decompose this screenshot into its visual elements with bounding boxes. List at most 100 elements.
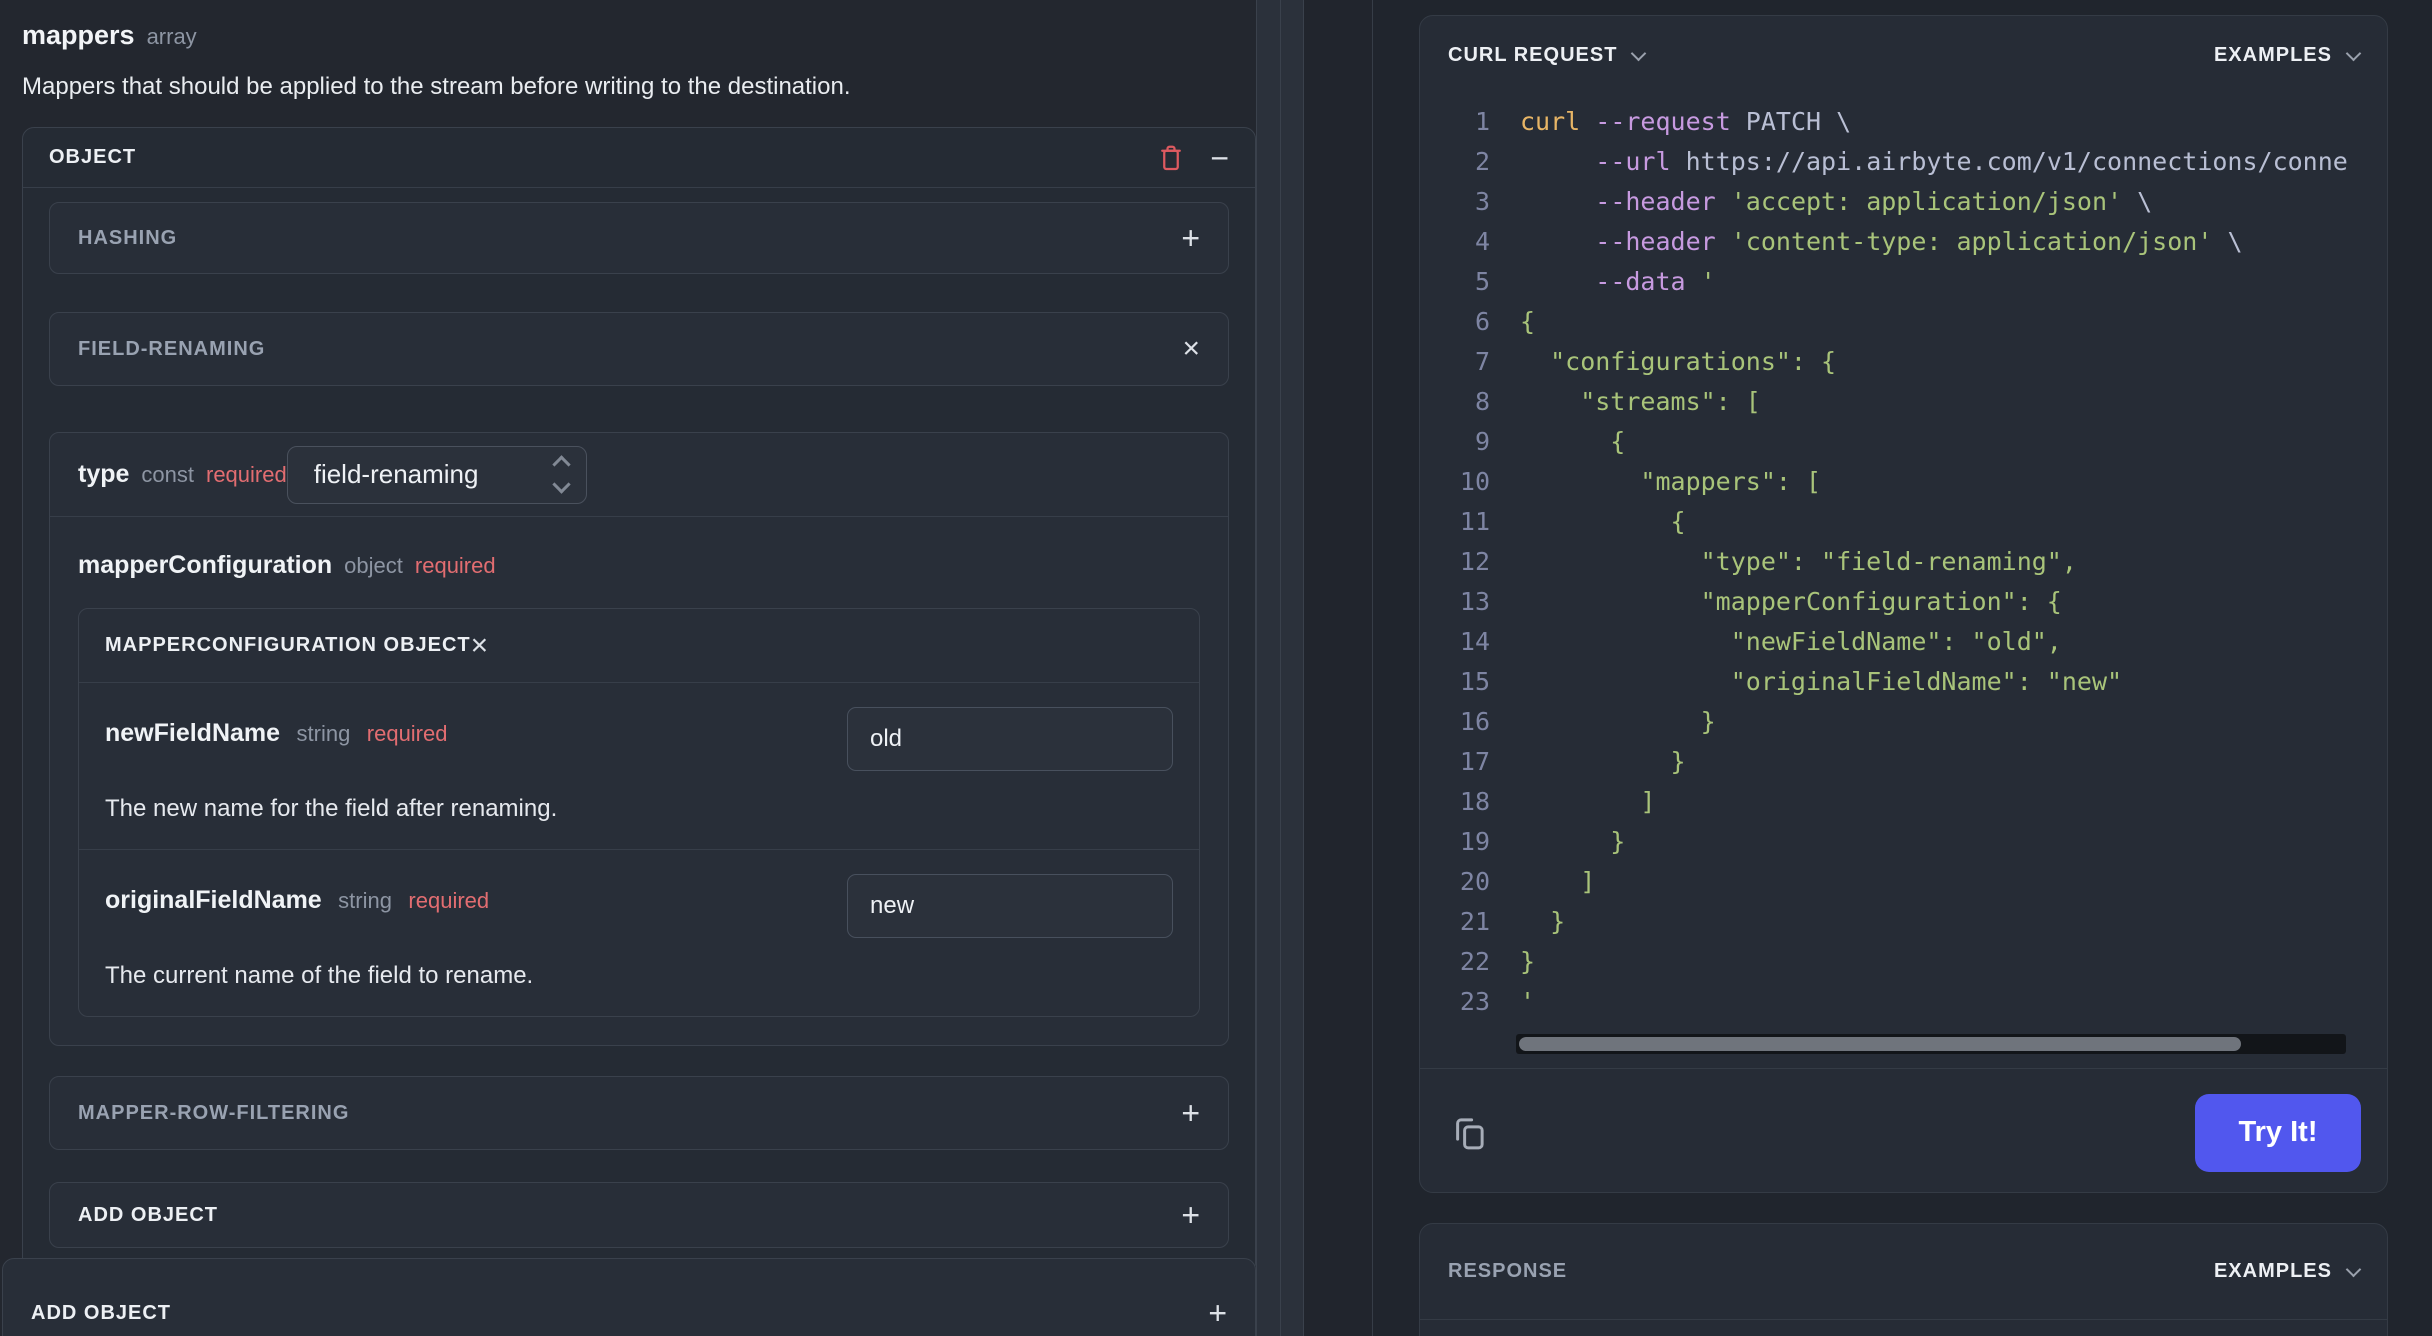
chevron-down-icon — [1631, 45, 1647, 61]
line-number: 13 — [1459, 587, 1490, 616]
try-it-button[interactable]: Try It! — [2195, 1093, 2361, 1172]
collapse-object-button[interactable]: − — [1210, 142, 1229, 174]
line-number: 7 — [1474, 347, 1490, 376]
code-line: 4 --header 'content-type: application/js… — [1446, 222, 2387, 262]
new-field-name-row: newFieldName string required The new nam… — [79, 683, 1199, 849]
mapper-configuration-card: MAPPERCONFIGURATION OBJECT × newFieldNam… — [78, 608, 1200, 1017]
vertical-scrollbar[interactable] — [1256, 0, 1304, 1336]
code-line: 19 } — [1446, 822, 2387, 862]
line-number: 4 — [1474, 227, 1490, 256]
line-number: 18 — [1459, 787, 1490, 816]
code-line: 15 "originalFieldName": "new" — [1446, 662, 2387, 702]
stepper-icon — [552, 455, 571, 494]
mapper-configuration-kind: object — [344, 553, 403, 578]
copy-button[interactable] — [1446, 1110, 1492, 1156]
curl-request-panel: CURL REQUEST EXAMPLES 1 curl --request PA… — [1419, 15, 2388, 1193]
line-number: 8 — [1474, 387, 1490, 416]
expand-mapper-row-filtering-icon[interactable]: + — [1181, 1097, 1200, 1129]
add-object-inner-plus-icon[interactable]: + — [1181, 1199, 1200, 1231]
line-number: 16 — [1459, 707, 1490, 736]
line-number: 14 — [1459, 627, 1490, 656]
mapper-row-filtering-section[interactable]: MAPPER-ROW-FILTERING + — [49, 1076, 1229, 1150]
add-object-outer-label: ADD OBJECT — [31, 1301, 172, 1324]
code-line: 3 --header 'accept: application/json' \ — [1446, 182, 2387, 222]
code-line: 17 } — [1446, 742, 2387, 782]
scrollbar-divider — [1280, 0, 1281, 1336]
mapper-configuration-section: mapperConfiguration object required MAPP… — [50, 517, 1228, 1045]
close-mapper-configuration-icon[interactable]: × — [471, 630, 489, 661]
hashing-section[interactable]: HASHING + — [49, 202, 1229, 274]
line-number: 22 — [1459, 947, 1490, 976]
field-description: Mappers that should be applied to the st… — [22, 73, 851, 100]
type-select[interactable]: field-renaming — [286, 445, 587, 504]
line-number: 11 — [1459, 507, 1490, 536]
field-renaming-header[interactable]: FIELD-RENAMING × — [49, 312, 1229, 386]
code-line: 11 { — [1446, 502, 2387, 542]
response-panel: RESPONSE EXAMPLES — [1419, 1223, 2388, 1336]
new-field-name-required-badge: required — [366, 721, 448, 746]
code-line: 1 curl --request PATCH \ — [1446, 102, 2387, 142]
api-docs-page: mappers array Mappers that should be app… — [0, 0, 2432, 1336]
new-field-name-kind: string — [296, 721, 351, 746]
field-renaming-body: type const required field-renaming mappe… — [49, 432, 1229, 1046]
chevron-down-icon — [2345, 1261, 2362, 1278]
field-name: mappers — [22, 20, 135, 50]
code-line: 12 "type": "field-renaming", — [1446, 542, 2387, 582]
original-field-name-kind: string — [338, 888, 392, 913]
close-field-renaming-icon[interactable]: × — [1182, 334, 1200, 364]
line-number: 23 — [1459, 987, 1490, 1016]
trash-icon — [1161, 145, 1182, 170]
code-line: 23 ' — [1446, 982, 2387, 1022]
mapper-configuration-label-row: mapperConfiguration object required — [78, 551, 1200, 580]
line-number: 19 — [1459, 827, 1490, 856]
original-field-name-labels: originalFieldName string required — [105, 874, 847, 915]
code-line: 18 ] — [1446, 782, 2387, 822]
original-field-name-input[interactable] — [847, 874, 1173, 938]
code-block: 1 curl --request PATCH \ 2 --url https://a… — [1420, 94, 2387, 1022]
delete-object-button[interactable] — [1154, 138, 1188, 178]
add-object-inner-label: ADD OBJECT — [78, 1203, 219, 1226]
mapper-row-filtering-title: MAPPER-ROW-FILTERING — [78, 1101, 350, 1124]
new-field-name-label: newFieldName — [105, 719, 281, 747]
new-field-name-input[interactable] — [847, 707, 1173, 771]
original-field-name-label: originalFieldName — [105, 886, 322, 914]
type-property-row: type const required field-renaming — [50, 433, 1228, 517]
line-number: 12 — [1459, 547, 1490, 576]
code-line: 7 "configurations": { — [1446, 342, 2387, 382]
line-number: 15 — [1459, 667, 1490, 696]
response-examples-dropdown[interactable]: EXAMPLES — [2213, 1260, 2362, 1283]
code-line: 8 "streams": [ — [1446, 382, 2387, 422]
line-number: 17 — [1459, 747, 1490, 776]
field-heading: mappers array — [22, 20, 1256, 51]
line-number: 6 — [1474, 307, 1490, 336]
response-examples-label: EXAMPLES — [2213, 1260, 2332, 1282]
examples-label: EXAMPLES — [2213, 43, 2332, 66]
object-card: OBJECT − HASHING + FIELD-RENAMING × type… — [22, 127, 1256, 1275]
object-card-header: OBJECT − — [23, 128, 1255, 188]
code-line: 13 "mapperConfiguration": { — [1446, 582, 2387, 622]
code-line: 10 "mappers": [ — [1446, 462, 2387, 502]
line-number: 2 — [1474, 147, 1490, 176]
line-number: 5 — [1474, 267, 1490, 296]
original-field-name-row: originalFieldName string required The cu… — [79, 849, 1199, 1016]
line-number: 3 — [1474, 187, 1490, 216]
examples-dropdown[interactable]: EXAMPLES — [2213, 43, 2362, 67]
add-object-inner-button[interactable]: ADD OBJECT + — [49, 1182, 1229, 1248]
code-line: 20 ] — [1446, 862, 2387, 902]
object-card-body: HASHING + FIELD-RENAMING × type const re… — [23, 188, 1255, 1274]
code-line: 2 --url https://api.airbyte.com/v1/conne… — [1446, 142, 2387, 182]
add-object-outer-button[interactable]: ADD OBJECT + — [2, 1258, 1256, 1336]
chevron-down-icon — [552, 475, 571, 494]
type-property-name: type — [78, 460, 130, 488]
expand-hashing-icon[interactable]: + — [1181, 222, 1200, 254]
response-header: RESPONSE EXAMPLES — [1420, 1224, 2387, 1320]
curl-request-selector[interactable]: CURL REQUEST — [1448, 44, 1647, 67]
code-line: 16 } — [1446, 702, 2387, 742]
chevron-up-icon — [552, 455, 571, 474]
mapper-configuration-card-header: MAPPERCONFIGURATION OBJECT × — [79, 609, 1199, 683]
horizontal-scrollbar-thumb[interactable] — [1519, 1037, 2241, 1051]
line-number: 20 — [1459, 867, 1490, 896]
response-title: RESPONSE — [1448, 1260, 1568, 1282]
code-line: 5 --data ' — [1446, 262, 2387, 302]
add-object-outer-plus-icon[interactable]: + — [1208, 1297, 1227, 1329]
